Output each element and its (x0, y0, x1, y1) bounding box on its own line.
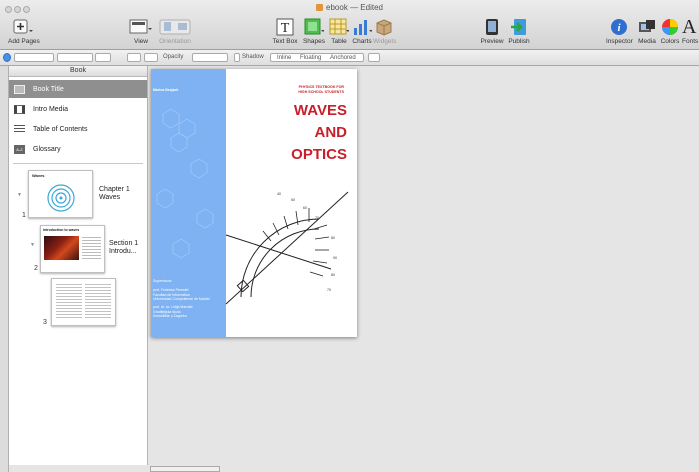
mask-button[interactable] (144, 53, 158, 62)
svg-text:60: 60 (303, 206, 307, 210)
book-sidebar: Book Book Title Intro Media Table of Con… (9, 66, 148, 465)
text-lines (56, 284, 82, 320)
publish-button[interactable]: Publish (506, 18, 532, 45)
orientation-button[interactable]: Orientation (155, 18, 195, 45)
page-number: 2 (34, 265, 38, 272)
shapes-icon (304, 18, 324, 35)
sidebar-separator (13, 163, 143, 164)
add-pages-button[interactable]: Add Pages (8, 18, 40, 45)
lava-photo (44, 236, 79, 260)
film-icon (14, 104, 25, 114)
disclosure-triangle[interactable]: ▼ (17, 192, 22, 198)
ipad-preview-icon (486, 19, 498, 35)
wrap-options-popup[interactable] (368, 53, 380, 62)
svg-text:50: 50 (291, 198, 295, 202)
thumb-title: Introduction to waves (43, 228, 80, 232)
inspector-button[interactable]: i Inspector (606, 18, 633, 45)
window-title: ebook — Edited (0, 3, 699, 12)
opacity-field[interactable] (192, 53, 228, 62)
page-number: 1 (22, 212, 26, 219)
charts-button[interactable]: Charts (351, 18, 373, 45)
preview-button[interactable]: Preview (480, 18, 504, 45)
svg-text:90: 90 (333, 256, 337, 260)
view-button[interactable]: View (126, 18, 156, 45)
view-icon (129, 19, 152, 34)
canvas-zoom-control[interactable] (150, 466, 220, 472)
table-icon (329, 18, 349, 35)
shadow-label: Shadow (242, 54, 264, 60)
svg-text:80: 80 (331, 236, 335, 240)
window-left-edge (0, 66, 9, 472)
page-number: 3 (43, 319, 47, 326)
widgets-button[interactable]: Widgets (373, 18, 396, 45)
list-icon (14, 124, 25, 134)
book-cover-page[interactable]: Marina Bezjack Supervisors prof. Federic… (151, 69, 357, 337)
sidebar-item-table-of-contents[interactable]: Table of Contents (9, 120, 147, 138)
info-icon: i (611, 19, 627, 35)
color-wheel-icon (662, 19, 678, 35)
glossary-icon: A-Z (14, 144, 25, 154)
svg-text:80: 80 (331, 273, 335, 277)
waves-target-illustration (47, 184, 75, 212)
section-1-thumbnail[interactable]: Introduction to waves (40, 225, 105, 273)
svg-text:70: 70 (315, 216, 319, 220)
refraction-protractor-diagram: 40 50 60 70 80 90 80 70 (225, 191, 349, 305)
text-box-icon: T (276, 18, 294, 36)
format-bar: Opacity Shadow Inline Floating Anchored (0, 50, 699, 66)
sidebar-item-label: Table of Contents (33, 125, 88, 133)
widgets-icon (376, 19, 392, 36)
wrap-segmented-control[interactable]: Inline Floating Anchored (270, 53, 364, 62)
section-1-label: Section 1 Introdu... (109, 240, 139, 255)
svg-text:70: 70 (327, 288, 331, 292)
svg-text:T: T (281, 21, 290, 36)
opacity-label: Opacity (163, 54, 184, 60)
sidebar-item-glossary[interactable]: A-Z Glossary (9, 140, 147, 158)
book-title-icon (14, 84, 25, 94)
table-button[interactable]: Table (328, 18, 350, 45)
publish-icon (511, 19, 526, 35)
window-toolbar: ebook — Edited Add Pages View Orientatio… (0, 0, 699, 50)
fonts-button[interactable]: A Fonts (682, 16, 699, 45)
media-button[interactable]: Media (637, 18, 657, 45)
text-box-button[interactable]: T Text Box (270, 18, 300, 45)
sidebar-item-label: Intro Media (33, 105, 69, 113)
media-icon (639, 20, 655, 32)
sidebar-item-book-title[interactable]: Book Title (9, 80, 147, 98)
charts-icon (354, 20, 372, 35)
stroke-style-popup[interactable] (14, 53, 54, 62)
wrap-anchored-segment[interactable]: Anchored (330, 55, 356, 61)
chapter-1-label: Chapter 1 Waves (99, 186, 130, 201)
colors-button[interactable]: Colors (660, 18, 680, 45)
sidebar-header: Book (9, 66, 147, 77)
fill-color-well[interactable] (95, 53, 111, 62)
shadow-checkbox[interactable] (234, 53, 240, 62)
page-3-thumbnail[interactable] (51, 278, 116, 326)
sidebar-item-label: Book Title (33, 85, 64, 93)
ibooks-document-icon (316, 4, 324, 11)
shapes-button[interactable]: Shapes (301, 18, 327, 45)
wrap-button[interactable] (127, 53, 141, 62)
text-lines (82, 237, 101, 259)
orientation-icon (159, 19, 191, 35)
sidebar-item-label: Glossary (33, 145, 61, 153)
add-pages-icon (13, 19, 33, 34)
text-lines (85, 284, 111, 320)
stroke-color-well[interactable] (3, 53, 11, 62)
wrap-floating-segment[interactable]: Floating (300, 55, 321, 61)
disclosure-triangle[interactable]: ▼ (30, 242, 35, 248)
wrap-inline-segment[interactable]: Inline (277, 55, 291, 61)
fonts-icon: A (682, 16, 697, 38)
sidebar-item-intro-media[interactable]: Intro Media (9, 100, 147, 118)
stroke-width-popup[interactable] (57, 53, 93, 62)
svg-text:40: 40 (277, 192, 281, 196)
chapter-1-thumbnail[interactable]: Waves (28, 170, 93, 218)
